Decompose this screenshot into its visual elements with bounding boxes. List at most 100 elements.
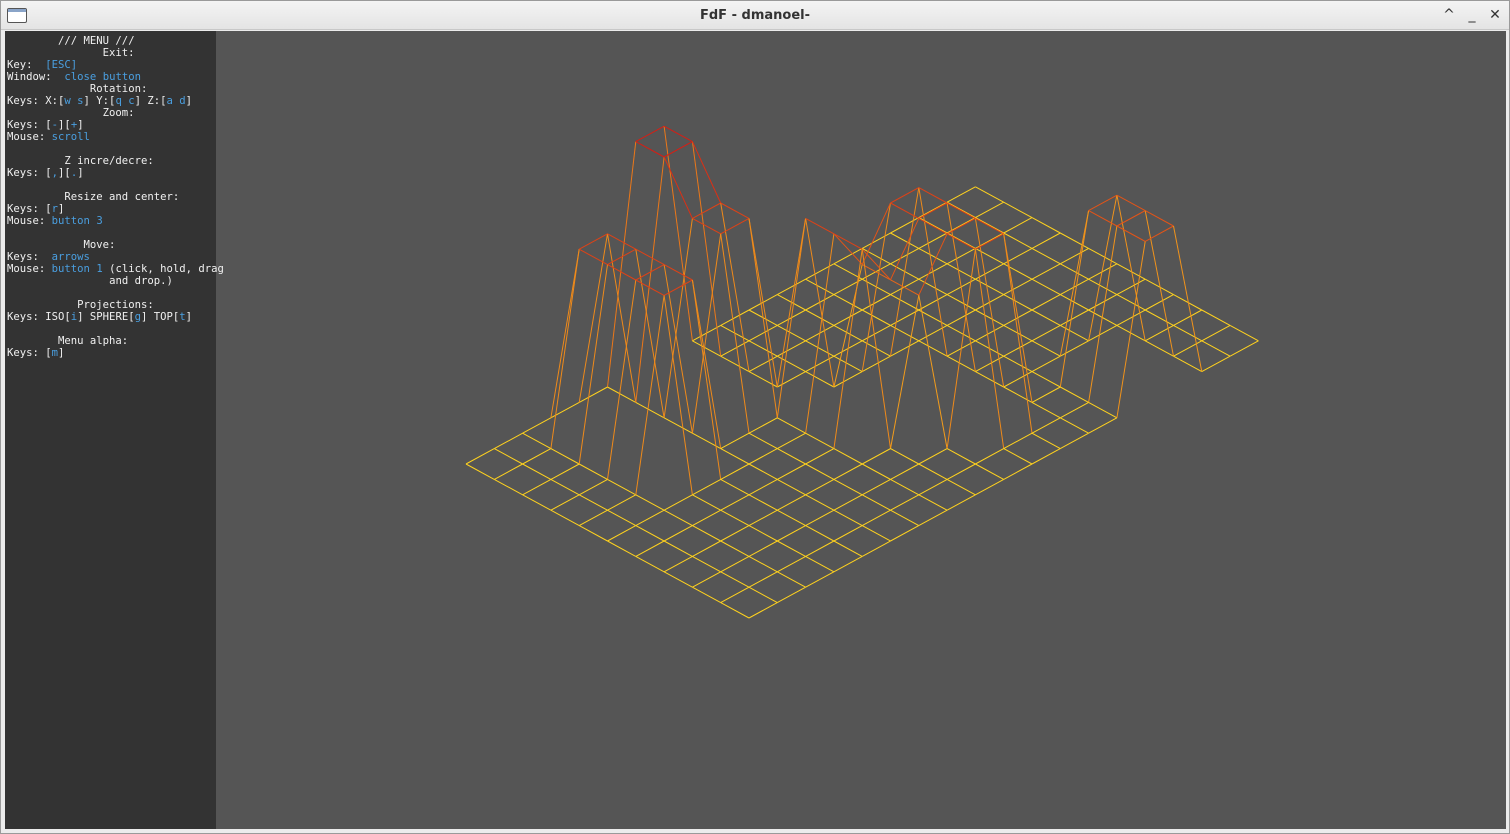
wireframe-edge [720,602,750,619]
wireframe-edge [1144,340,1174,357]
wireframe-edge [833,233,863,250]
wireframe-edge [1173,225,1203,372]
wireframe-edge [578,478,608,496]
wireframe-edge [890,187,920,204]
close-icon[interactable]: ✕ [1485,5,1505,25]
alpha-end: ] [58,347,65,359]
wireframe-edge [748,324,778,342]
wireframe-edge [1031,324,1061,342]
wireframe-edge [918,340,948,357]
wireframe-edge [890,448,920,465]
wireframe-edge [946,186,976,203]
wireframe-edge [720,478,750,496]
wireframe-edge [1144,210,1174,227]
wireframe-edge [861,494,891,511]
wireframe-edge [777,586,806,604]
wireframe-edge [918,463,948,480]
exit-key: [ESC] [45,59,78,71]
wireframe-edge [946,494,976,511]
wireframe-edge [1031,355,1061,373]
exit-title: Exit: [102,47,135,59]
wireframe-edge [720,540,750,557]
wireframe-edge [1144,309,1174,326]
wireframe-edge [890,278,920,296]
wireframe-edge [890,187,920,357]
wireframe-edge [918,247,948,265]
wireframe-edge [1031,371,1061,388]
wireframe-edge [1003,463,1033,480]
wireframe-edge [522,448,552,465]
wireframe-edge [1031,432,1061,450]
wireframe-edge [720,309,750,326]
title-bar[interactable]: FdF - dmanoel- ^ _ ✕ [1,1,1509,30]
wireframe-edge [805,463,835,480]
wireframe-edge [663,125,693,143]
fdf-window: FdF - dmanoel- ^ _ ✕ /// MENU /// Exit: … [0,0,1510,834]
wireframe-edge [748,448,778,465]
wireframe-edge [833,247,863,265]
maximize-icon[interactable]: ^ [1439,5,1459,25]
wireframe-edge [1060,309,1089,326]
zoom-title: Zoom: [102,107,135,119]
wireframe-edge [918,233,948,296]
wireframe-edge [663,218,693,418]
wireframe-viewport[interactable] [216,31,1506,829]
wireframe-edge [805,540,835,557]
wireframe-edge [720,202,750,219]
rotation-z-keys: a d [166,95,186,107]
wireframe-edge [494,432,523,450]
wireframe-edge [805,571,835,588]
wireframe-edge [918,294,948,311]
wireframe-edge [720,448,750,465]
wireframe-edge [946,201,976,219]
wireframe-edge [578,233,608,250]
wireframe-edge [777,525,806,542]
wireframe-edge [861,202,891,265]
wireframe-edge [833,309,863,326]
wireframe-edge [861,294,891,311]
wireframe-edge [748,218,778,388]
menu-text: /// MENU /// Exit: Key: [ESC] Window: cl… [7,35,224,359]
wireframe-edge [720,509,750,527]
wireframe-edge [494,463,523,480]
wireframe-edge [861,232,891,249]
wireframe-edge [975,217,1004,234]
wireframe-edge [1088,417,1118,434]
wireframe-edge [550,494,580,511]
wireframe-edge [550,463,580,480]
wireframe-edge [663,417,693,434]
wireframe-edge [890,340,920,357]
wireframe-edge [1060,386,1089,403]
wireframe-edge [578,264,608,465]
wireframe-edge [607,141,637,388]
wireframe-edge [1003,340,1033,357]
wireframe-edge [1003,233,1033,434]
wireframe-map[interactable] [216,31,1506,829]
wireframe-edge [748,478,778,496]
wireframe-edge [550,448,580,465]
wireframe-edge [918,494,948,511]
wireframe-edge [550,249,580,418]
wireframe-edge [1229,324,1259,342]
wireframe-edge [833,478,863,496]
wireframe-edge [805,432,835,450]
wireframe-edge [692,478,721,496]
rotation-z-label: ] Z:[ [134,95,167,107]
wireframe-edge [1059,210,1090,357]
minimize-icon[interactable]: _ [1462,5,1482,25]
wireframe-edge [692,494,721,511]
wireframe-edge [663,264,693,434]
wireframe-edge [1173,324,1203,342]
wireframe-edge [1031,294,1061,311]
wireframe-edge [1031,417,1061,434]
wireframe-edge [890,463,920,480]
wireframe-edge [607,233,637,250]
wireframe-edge [692,217,721,235]
wireframe-edge [550,478,580,496]
wireframe-edge [975,217,1004,235]
wireframe-edge [1144,210,1174,357]
wireframe-edge [663,494,693,511]
wireframe-edge [635,494,665,511]
fdf-canvas-area[interactable]: /// MENU /// Exit: Key: [ESC] Window: cl… [5,31,1506,829]
wireframe-edge [861,448,891,465]
